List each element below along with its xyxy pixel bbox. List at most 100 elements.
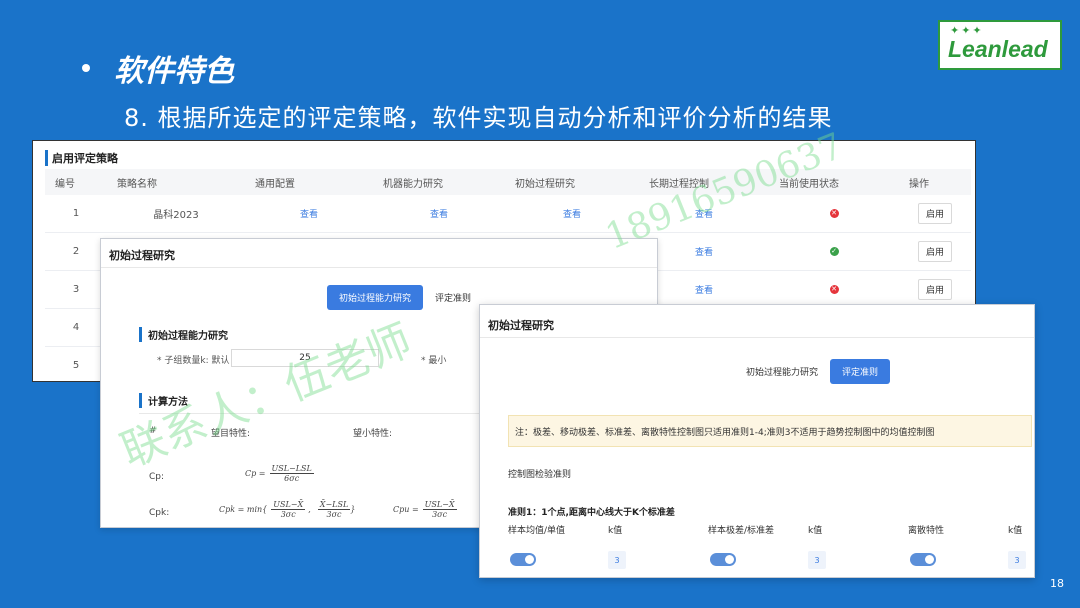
status-active-icon: ✓	[829, 247, 839, 256]
leanlead-logo: ✦✦✦ Leanlead	[938, 20, 1062, 70]
cpk-formula-b-num: X̄−LSL	[317, 500, 351, 510]
calc-col-hash: #	[149, 426, 157, 436]
view-link[interactable]: 查看	[300, 207, 318, 220]
col-long-term: 长期过程控制	[649, 178, 709, 190]
bullet-dot	[82, 64, 90, 72]
group-label-discrete: 离散特性	[908, 526, 945, 536]
cpu-formula-fraction: USL−X̄ 3σc	[422, 500, 457, 519]
slide-bullet: 软件特色	[82, 46, 234, 90]
cp-formula-num: USL−LSL	[269, 464, 314, 474]
calc-col-small: 望小特性:	[353, 429, 393, 439]
k-label-discrete: k值	[1008, 526, 1023, 536]
cell-long_term: 查看	[639, 283, 769, 296]
col-general: 通用配置	[255, 178, 295, 190]
cpk-formula-fraction-b: X̄−LSL 3σc	[317, 500, 351, 519]
strategy-table-header: 编号 策略名称 通用配置 机器能力研究 初始过程研究 长期过程控制 当前使用状态…	[45, 169, 971, 195]
calc-row-cp: Cp:	[149, 472, 165, 482]
tab-criteria[interactable]: 评定准则	[830, 359, 891, 384]
cp-formula-fraction: USL−LSL 6σc	[269, 464, 314, 483]
slide-bullet-text: 软件特色	[114, 54, 234, 89]
cell-name: 晶科2023	[153, 210, 199, 221]
criteria-tabs: 初始过程能力研究 评定准则	[734, 359, 891, 384]
k-input-range[interactable]: 3	[808, 551, 826, 569]
cpk-formula-b-den: 3σc	[326, 510, 342, 519]
section-calc-method: 计算方法	[139, 393, 188, 408]
cpk-formula-lhs: Cpk = min{	[219, 505, 268, 514]
cp-formula-den: 6σc	[284, 474, 300, 483]
criteria-panel: 初始过程研究 初始过程能力研究 评定准则 注：极差、移动极差、标准差、离散特性控…	[479, 304, 1035, 578]
cell-status: ✓	[769, 247, 899, 256]
toggle-mean[interactable]	[510, 553, 536, 566]
tab-initial-capability[interactable]: 初始过程能力研究	[734, 359, 830, 384]
cpk-formula-fraction-a: USL−X̄ 3σc	[271, 500, 306, 519]
toggle-discrete[interactable]	[910, 553, 936, 566]
page-number: 18	[1050, 577, 1064, 590]
toggle-range[interactable]	[710, 553, 736, 566]
cell-machine: 查看	[373, 207, 505, 220]
k-label-range: k值	[808, 526, 823, 536]
group-label-range: 样本极差/标准差	[708, 526, 775, 536]
cpk-formula-sep: ,	[308, 505, 311, 514]
view-link[interactable]: 查看	[695, 207, 713, 220]
subgroup-label: * 子组数量k: 默认	[157, 356, 230, 366]
logo-text: Leanlead	[948, 36, 1048, 62]
cpu-formula-lhs: Cpu =	[393, 505, 419, 514]
view-link[interactable]: 查看	[695, 245, 713, 258]
rule1-label: 准则1：1个点,距离中心线大于K个标准差	[508, 508, 675, 518]
cpk-formula-a-num: USL−X̄	[271, 500, 306, 510]
enable-button[interactable]: 启用	[917, 241, 952, 262]
cell-status: ✕	[769, 209, 899, 218]
table-row: 1 晶科2023 查看 查看 查看 查看 ✕ 启用	[45, 195, 971, 233]
k-input-discrete[interactable]: 3	[1008, 551, 1026, 569]
cpu-formula: Cpu = USL−X̄ 3σc	[393, 500, 457, 519]
cell-long_term: 查看	[639, 207, 769, 220]
cell-no: 5	[72, 360, 80, 371]
section-initial-capability: 初始过程能力研究	[139, 327, 228, 342]
k-input-mean[interactable]: 3	[608, 551, 626, 569]
initial-study-tabs: 初始过程能力研究 评定准则	[327, 285, 483, 310]
cell-initial: 查看	[505, 207, 639, 220]
view-link[interactable]: 查看	[430, 207, 448, 220]
cp-formula: Cp = USL−LSL 6σc	[245, 464, 314, 483]
view-link[interactable]: 查看	[563, 207, 581, 220]
status-inactive-icon: ✕	[829, 209, 839, 218]
col-name: 策略名称	[117, 178, 157, 190]
cell-general: 查看	[245, 207, 373, 220]
divider	[101, 267, 657, 268]
cpk-formula: Cpk = min{ USL−X̄ 3σc , X̄−LSL 3σc }	[219, 500, 355, 519]
cell-action: 启用	[899, 241, 971, 262]
status-inactive-icon: ✕	[829, 285, 839, 294]
tab-initial-capability[interactable]: 初始过程能力研究	[327, 285, 424, 310]
group-label-mean: 样本均值/单值	[508, 526, 566, 536]
k-label-mean: k值	[608, 526, 623, 536]
cell-no: 2	[72, 246, 80, 257]
cell-no: 3	[72, 284, 80, 295]
cpk-formula-a-den: 3σc	[280, 510, 296, 519]
cell-action: 启用	[899, 203, 971, 224]
enable-button[interactable]: 启用	[917, 203, 952, 224]
col-status: 当前使用状态	[779, 178, 839, 190]
cell-status: ✕	[769, 285, 899, 294]
cpu-formula-den: 3σc	[432, 510, 448, 519]
initial-study-title: 初始过程研究	[109, 249, 175, 262]
cell-no: 4	[72, 322, 80, 333]
cell-long_term: 查看	[639, 245, 769, 258]
cpk-formula-close: }	[350, 505, 356, 514]
slide-subtitle: 8. 根据所选定的评定策略，软件实现自动分析和评价分析的结果	[124, 104, 833, 132]
col-no: 编号	[55, 178, 75, 190]
tab-criteria[interactable]: 评定准则	[423, 285, 483, 310]
calc-col-target: 望目特性:	[211, 429, 251, 439]
cell-action: 启用	[899, 279, 971, 300]
cell-no: 1	[72, 208, 80, 219]
col-initial: 初始过程研究	[515, 178, 575, 190]
col-machine: 机器能力研究	[383, 178, 443, 190]
control-chart-rules-heading: 控制图检验准则	[508, 470, 572, 480]
col-action: 操作	[909, 178, 929, 190]
enable-button[interactable]: 启用	[917, 279, 952, 300]
cp-formula-lhs: Cp =	[245, 469, 266, 478]
calc-row-cpk: Cpk:	[149, 508, 170, 518]
subgroup-input[interactable]: 25	[231, 349, 379, 367]
view-link[interactable]: 查看	[695, 283, 713, 296]
strategy-panel-title: 启用评定策略	[45, 150, 118, 166]
criteria-note: 注：极差、移动极差、标准差、离散特性控制图只适用准则1-4;准则3不适用于趋势控…	[508, 415, 1032, 447]
